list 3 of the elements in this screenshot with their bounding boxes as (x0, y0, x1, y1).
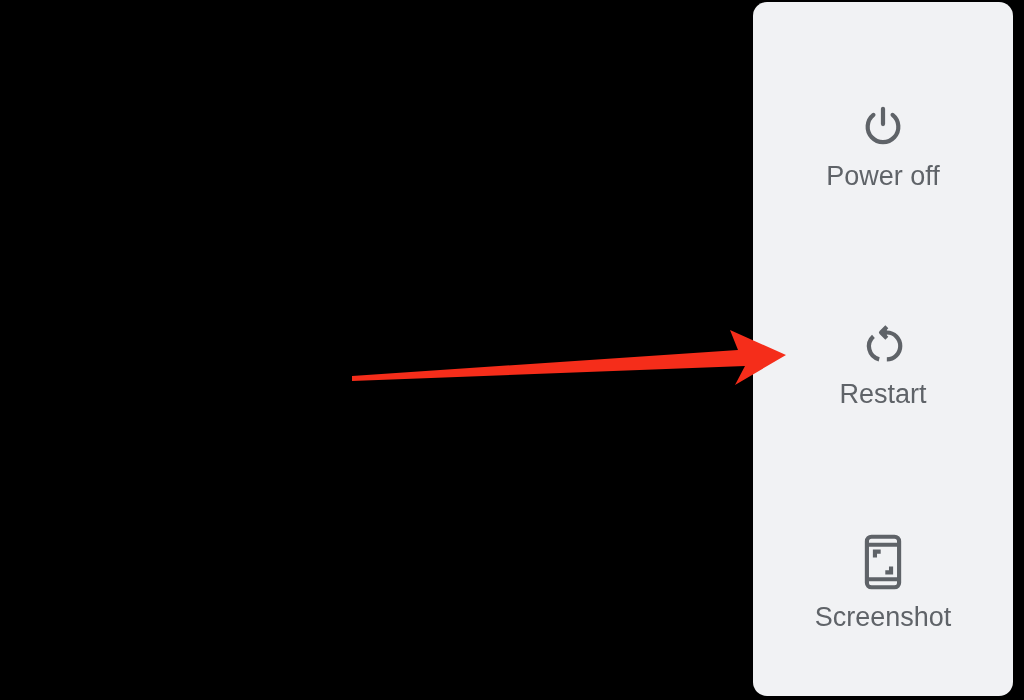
menu-item-label[interactable]: Screenshot (814, 603, 952, 631)
menu-item-label[interactable]: Power off (826, 162, 940, 190)
menu-item-label[interactable]: Restart (839, 380, 927, 408)
